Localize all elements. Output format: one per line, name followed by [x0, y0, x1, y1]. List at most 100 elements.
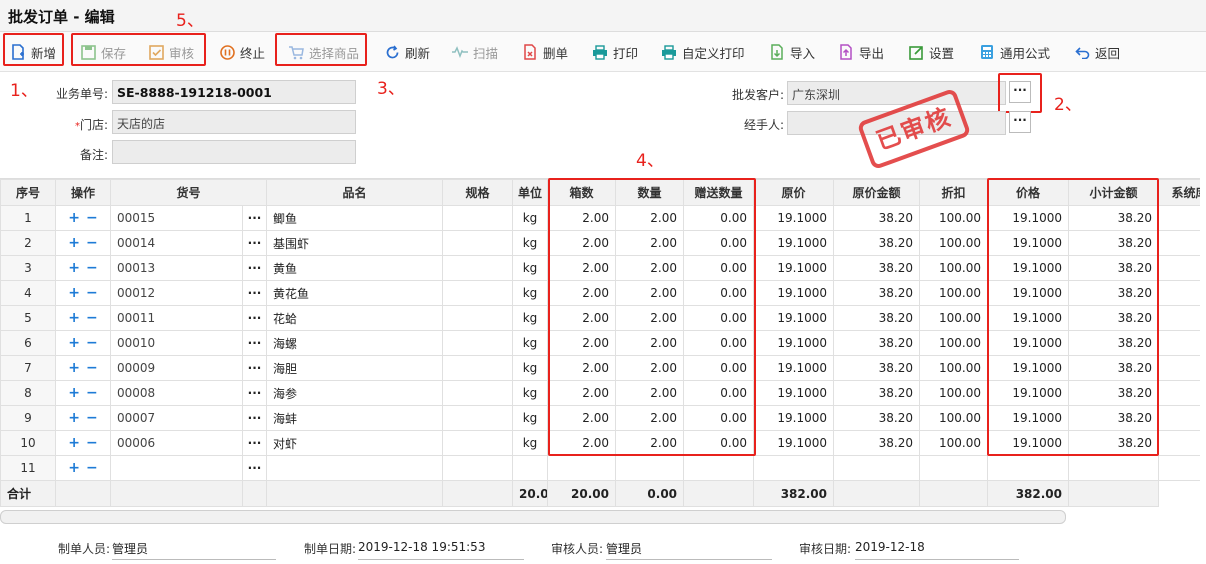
row-orig-price[interactable]: 19.1000 — [753, 280, 835, 306]
row-boxes[interactable]: 2.00 — [547, 330, 617, 356]
row-spec[interactable] — [442, 405, 514, 431]
row-spec[interactable] — [442, 355, 514, 381]
row-qty[interactable]: 2.00 — [615, 380, 685, 406]
row-qty[interactable]: 2.00 — [615, 230, 685, 256]
horizontal-scrollbar[interactable] — [0, 510, 1066, 524]
new-button[interactable]: 新增 — [10, 41, 56, 63]
row-price[interactable]: 19.1000 — [987, 355, 1070, 381]
row-orig-price[interactable]: 19.1000 — [753, 380, 835, 406]
row-name[interactable]: 海胆 — [266, 355, 444, 381]
code-picker-button[interactable]: ··· — [241, 255, 268, 281]
add-row-icon[interactable]: + — [68, 210, 80, 226]
row-name[interactable]: 基围虾 — [266, 230, 444, 256]
row-orig-price[interactable]: 19.1000 — [753, 255, 835, 281]
empty-cell[interactable] — [547, 455, 617, 481]
remove-row-icon[interactable]: − — [86, 285, 98, 301]
delete-button[interactable]: 删单 — [522, 41, 568, 63]
row-price[interactable]: 19.1000 — [987, 330, 1070, 356]
row-qty[interactable]: 2.00 — [615, 330, 685, 356]
empty-cell[interactable] — [753, 455, 835, 481]
empty-cell[interactable] — [1158, 455, 1200, 481]
row-name[interactable]: 海参 — [266, 380, 444, 406]
print-button[interactable]: 打印 — [592, 41, 638, 63]
row-discount[interactable]: 100.00 — [919, 280, 989, 306]
row-unit[interactable]: kg — [512, 205, 549, 231]
empty-cell[interactable] — [833, 455, 921, 481]
row-qty[interactable]: 2.00 — [615, 430, 685, 456]
row-qty[interactable]: 2.00 — [615, 405, 685, 431]
add-row-icon[interactable]: + — [68, 335, 80, 351]
code-picker-button[interactable]: ··· — [241, 430, 268, 456]
row-price[interactable]: 19.1000 — [987, 305, 1070, 331]
row-spec[interactable] — [442, 380, 514, 406]
add-row-icon[interactable]: + — [68, 310, 80, 326]
remove-row-icon[interactable]: − — [86, 385, 98, 401]
row-discount[interactable]: 100.00 — [919, 205, 989, 231]
row-gift[interactable]: 0.00 — [683, 405, 755, 431]
empty-cell[interactable] — [987, 455, 1070, 481]
add-row-icon[interactable]: + — [68, 285, 80, 301]
row-boxes[interactable]: 2.00 — [547, 430, 617, 456]
handler-picker-button[interactable]: ··· — [1009, 111, 1031, 133]
refresh-button[interactable]: 刷新 — [384, 41, 430, 63]
select-goods-button[interactable]: 选择商品 — [288, 41, 359, 63]
code-picker-button[interactable]: ··· — [241, 380, 268, 406]
row-gift[interactable]: 0.00 — [683, 205, 755, 231]
row-discount[interactable]: 100.00 — [919, 430, 989, 456]
row-boxes[interactable]: 2.00 — [547, 305, 617, 331]
row-orig-price[interactable]: 19.1000 — [753, 305, 835, 331]
row-boxes[interactable]: 2.00 — [547, 380, 617, 406]
empty-cell[interactable] — [266, 455, 444, 481]
row-qty[interactable]: 2.00 — [615, 305, 685, 331]
customer-field[interactable]: 广东深圳 — [787, 81, 1006, 105]
row-orig-price[interactable]: 19.1000 — [753, 205, 835, 231]
formula-button[interactable]: 通用公式 — [979, 41, 1050, 63]
row-orig-price[interactable]: 19.1000 — [753, 355, 835, 381]
row-unit[interactable]: kg — [512, 430, 549, 456]
row-spec[interactable] — [442, 305, 514, 331]
row-code[interactable]: 00015 — [110, 205, 243, 231]
empty-cell[interactable] — [442, 455, 514, 481]
row-price[interactable]: 19.1000 — [987, 405, 1070, 431]
audit-button[interactable]: 审核 — [148, 41, 194, 63]
row-discount[interactable]: 100.00 — [919, 305, 989, 331]
row-discount[interactable]: 100.00 — [919, 355, 989, 381]
row-discount[interactable]: 100.00 — [919, 405, 989, 431]
code-picker-button[interactable]: ··· — [241, 205, 268, 231]
row-spec[interactable] — [442, 255, 514, 281]
row-name[interactable]: 花蛤 — [266, 305, 444, 331]
empty-cell[interactable] — [512, 455, 549, 481]
custom-print-button[interactable]: 自定义打印 — [661, 41, 745, 63]
row-name[interactable]: 海蚌 — [266, 405, 444, 431]
row-code[interactable]: 00014 — [110, 230, 243, 256]
back-button[interactable]: 返回 — [1074, 41, 1120, 63]
add-row-icon[interactable]: + — [68, 460, 80, 476]
empty-cell[interactable] — [683, 455, 755, 481]
row-spec[interactable] — [442, 430, 514, 456]
row-name[interactable]: 海螺 — [266, 330, 444, 356]
row-gift[interactable]: 0.00 — [683, 380, 755, 406]
order-no-field[interactable]: SE-8888-191218-0001 — [112, 80, 356, 104]
row-unit[interactable]: kg — [512, 355, 549, 381]
row-price[interactable]: 19.1000 — [987, 205, 1070, 231]
row-code[interactable] — [110, 455, 243, 481]
row-name[interactable]: 对虾 — [266, 430, 444, 456]
row-qty[interactable]: 2.00 — [615, 355, 685, 381]
row-code[interactable]: 00013 — [110, 255, 243, 281]
empty-cell[interactable] — [919, 455, 989, 481]
remove-row-icon[interactable]: − — [86, 335, 98, 351]
row-discount[interactable]: 100.00 — [919, 330, 989, 356]
row-code[interactable]: 00007 — [110, 405, 243, 431]
remove-row-icon[interactable]: − — [86, 410, 98, 426]
row-unit[interactable]: kg — [512, 330, 549, 356]
row-price[interactable]: 19.1000 — [987, 255, 1070, 281]
row-spec[interactable] — [442, 330, 514, 356]
customer-picker-button[interactable]: ··· — [1009, 81, 1031, 103]
code-picker-button[interactable]: ··· — [241, 355, 268, 381]
code-picker-button[interactable]: ··· — [241, 455, 268, 481]
row-spec[interactable] — [442, 205, 514, 231]
row-unit[interactable]: kg — [512, 255, 549, 281]
add-row-icon[interactable]: + — [68, 260, 80, 276]
row-gift[interactable]: 0.00 — [683, 330, 755, 356]
row-gift[interactable]: 0.00 — [683, 355, 755, 381]
